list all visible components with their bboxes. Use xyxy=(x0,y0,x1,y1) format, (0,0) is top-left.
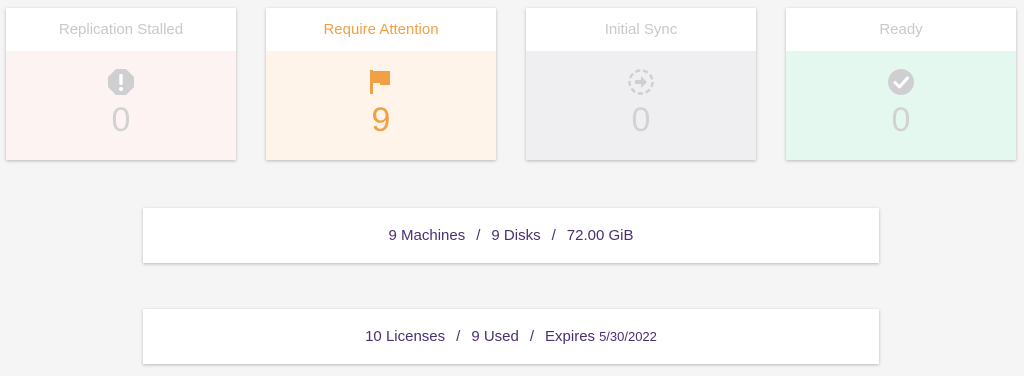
card-body: 0 xyxy=(526,51,756,160)
machines-count[interactable]: 9 Machines xyxy=(389,227,466,244)
card-title: Replication Stalled xyxy=(6,8,236,51)
sync-arrow-icon xyxy=(628,69,654,95)
card-body: 0 xyxy=(6,51,236,160)
card-count: 0 xyxy=(111,101,131,139)
card-title: Require Attention xyxy=(266,8,496,51)
replication-stalled-card[interactable]: Replication Stalled 0 xyxy=(6,8,236,160)
separator: / xyxy=(476,227,481,244)
card-count: 0 xyxy=(631,101,651,139)
licenses-summary-bar: 10 Licenses / 9 Used / Expires 5/30/2022 xyxy=(143,309,879,364)
expires-date: 5/30/2022 xyxy=(599,329,657,344)
separator: / xyxy=(529,328,535,345)
card-title: Ready xyxy=(786,8,1016,51)
card-body: 9 xyxy=(266,51,496,160)
card-title: Initial Sync xyxy=(526,8,756,51)
card-count: 0 xyxy=(891,101,911,139)
machines-summary-bar: 9 Machines / 9 Disks / 72.00 GiB xyxy=(143,208,879,263)
separator: / xyxy=(551,227,556,244)
flag-icon xyxy=(370,70,390,94)
storage-size: 72.00 GiB xyxy=(566,227,634,244)
require-attention-card[interactable]: Require Attention 9 xyxy=(266,8,496,160)
disks-count[interactable]: 9 Disks xyxy=(491,227,540,244)
initial-sync-card[interactable]: Initial Sync 0 xyxy=(526,8,756,160)
separator: / xyxy=(456,328,461,345)
ready-card[interactable]: Ready 0 xyxy=(786,8,1016,160)
card-count: 9 xyxy=(371,101,391,139)
licenses-used: 9 Used xyxy=(471,328,519,345)
expires-label: Expires xyxy=(545,328,596,345)
card-body: 0 xyxy=(786,51,1016,160)
exclamation-octagon-icon xyxy=(108,69,134,95)
licenses-total[interactable]: 10 Licenses xyxy=(365,328,445,345)
check-circle-icon xyxy=(888,69,914,95)
